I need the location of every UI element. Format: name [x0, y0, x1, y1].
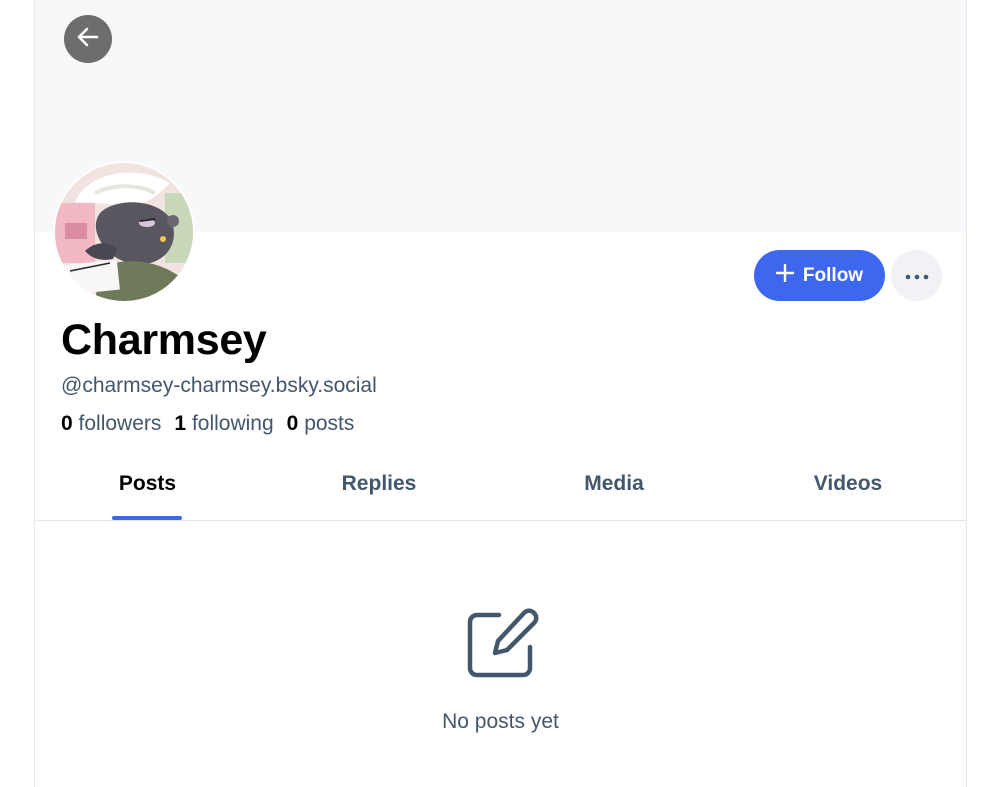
following-label: following [191, 412, 274, 435]
followers-count: 0 [61, 412, 73, 435]
tab-replies[interactable]: Replies [260, 455, 498, 520]
tab-posts[interactable]: Posts [35, 455, 260, 520]
followers-stat[interactable]: 0 followers [61, 412, 161, 436]
posts-label: posts [304, 412, 355, 435]
follow-button-label: Follow [802, 264, 864, 286]
edit-icon [461, 605, 541, 690]
empty-state: No posts yet [35, 605, 966, 734]
display-name: Charmsey [61, 316, 267, 364]
tab-media[interactable]: Media [498, 455, 730, 520]
more-options-button[interactable] [891, 250, 942, 301]
profile-stats: 0 followers 1 following 0 posts [61, 412, 354, 436]
arrow-left-icon [74, 23, 102, 56]
following-stat[interactable]: 1 following [174, 412, 273, 436]
tab-active-indicator [112, 516, 182, 520]
profile-tabs: Posts Replies Media Videos [35, 455, 966, 521]
plus-icon [775, 263, 795, 288]
tab-videos[interactable]: Videos [730, 455, 966, 520]
ellipsis-icon [905, 267, 929, 285]
following-count: 1 [174, 412, 187, 435]
posts-count: 0 [286, 412, 299, 435]
posts-stat: 0 posts [287, 412, 355, 436]
follow-button[interactable]: Follow [754, 250, 885, 301]
back-button[interactable] [64, 15, 112, 63]
profile-handle: @charmsey-charmsey.bsky.social [61, 374, 377, 397]
tab-replies-label: Replies [341, 472, 417, 495]
followers-label: followers [78, 412, 162, 435]
tab-media-label: Media [584, 472, 644, 495]
avatar[interactable] [53, 161, 195, 303]
profile-column: Follow Charmsey @charmsey-charmsey.bsky.… [34, 0, 967, 787]
tab-posts-label: Posts [118, 472, 177, 495]
tab-videos-label: Videos [813, 472, 883, 495]
avatar-image [55, 163, 193, 301]
empty-state-message: No posts yet [442, 710, 559, 733]
